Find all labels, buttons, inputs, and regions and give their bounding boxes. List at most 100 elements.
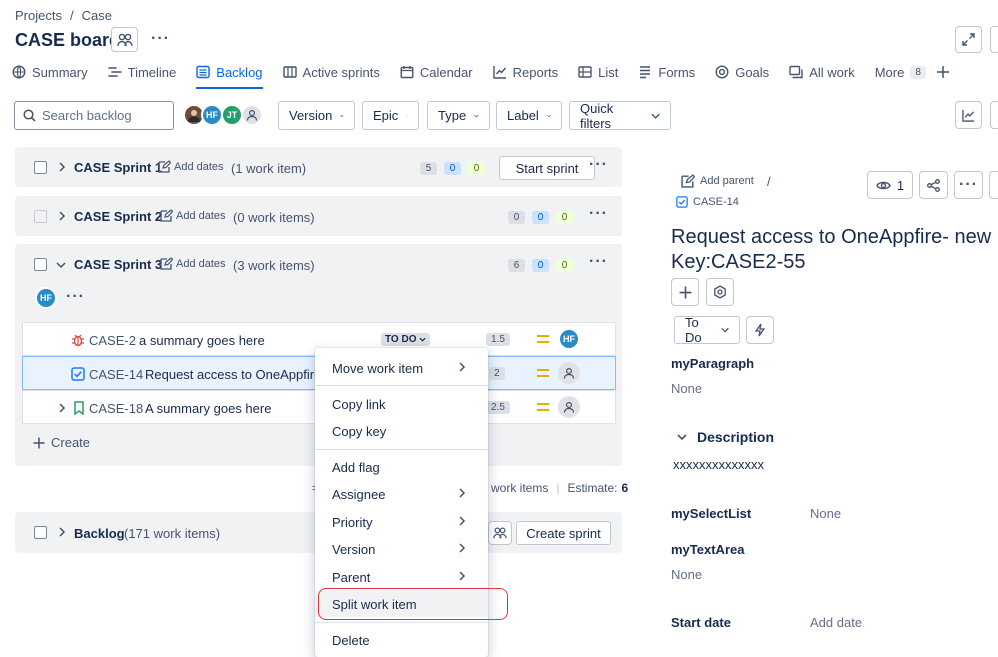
tab-label: Timeline: [127, 64, 177, 80]
start-date-value[interactable]: Add date: [810, 615, 862, 630]
tab-list[interactable]: List: [578, 60, 618, 84]
sprint-3-add-dates[interactable]: Add dates: [160, 257, 226, 270]
status-select[interactable]: To Do: [674, 315, 740, 345]
sprint-3-avatar-more-icon[interactable]: ···: [66, 288, 85, 306]
tab-label: Backlog: [216, 64, 263, 80]
sprint-2-more-icon[interactable]: ···: [589, 205, 608, 223]
sprint-2-add-dates[interactable]: Add dates: [160, 209, 226, 222]
tab-goals[interactable]: Goals: [715, 60, 769, 84]
tab-summary[interactable]: Summary: [12, 60, 88, 84]
status-dropdown[interactable]: TO DO: [381, 333, 431, 346]
chevron-down-icon[interactable]: [56, 260, 66, 270]
tab-active-sprints[interactable]: Active sprints: [282, 60, 380, 84]
assignee-avatar[interactable]: HF: [558, 328, 580, 350]
fullscreen-button[interactable]: [955, 26, 982, 53]
tab-reports[interactable]: Reports: [492, 60, 558, 84]
description-header[interactable]: Description: [677, 429, 774, 445]
sprint-1-more-icon[interactable]: ···: [589, 156, 608, 174]
detail-title[interactable]: Request access to OneAppfire- new Key:CA…: [671, 225, 991, 275]
create-sprint-button[interactable]: Create sprint: [516, 521, 611, 545]
menu-add-flag[interactable]: Add flag: [315, 454, 488, 480]
quick-filters[interactable]: Quick filters: [569, 101, 671, 131]
start-sprint-button[interactable]: Start sprint: [499, 156, 595, 180]
my-text-area-value[interactable]: None: [671, 567, 702, 582]
create-issue-button[interactable]: Create: [33, 435, 90, 450]
priority-medium-icon: [537, 403, 549, 411]
sprint-1-checkbox[interactable]: [34, 161, 47, 174]
unassigned-avatar[interactable]: [558, 362, 580, 384]
user-icon: [246, 109, 258, 121]
automation-button[interactable]: [746, 316, 774, 344]
insights-button[interactable]: [955, 101, 982, 129]
sprint-3-checkbox[interactable]: [34, 258, 47, 271]
issue-key[interactable]: CASE-2: [89, 333, 136, 348]
my-select-list-value[interactable]: None: [810, 506, 841, 521]
menu-divider: [315, 385, 488, 386]
avatar-hf[interactable]: HF: [201, 104, 223, 126]
issue-key[interactable]: CASE-18: [89, 401, 143, 416]
board-more-icon[interactable]: ···: [151, 30, 170, 48]
tab-all-work[interactable]: All work: [789, 60, 855, 84]
avatar-unassigned[interactable]: [241, 104, 263, 126]
search-input[interactable]: Search backlog: [14, 101, 174, 130]
type-filter[interactable]: Type: [427, 101, 490, 130]
estimate-badge[interactable]: 2: [489, 367, 505, 380]
sprint-3-more-icon[interactable]: ···: [589, 253, 608, 271]
menu-copy-link[interactable]: Copy link: [315, 391, 488, 417]
tab-label: Goals: [735, 64, 770, 80]
breadcrumb-projects[interactable]: Projects: [15, 8, 62, 23]
backlog-assign-button[interactable]: [488, 521, 512, 545]
team-button[interactable]: [111, 27, 138, 52]
detail-issue-key[interactable]: CASE-14: [676, 196, 739, 208]
description-value[interactable]: xxxxxxxxxxxxxx: [673, 457, 764, 472]
menu-move-work-item[interactable]: Move work item: [315, 355, 488, 381]
add-tab-button[interactable]: [936, 60, 950, 84]
tab-calendar[interactable]: Calendar: [400, 60, 473, 84]
estimate-badge[interactable]: 1.5: [486, 333, 510, 346]
epic-filter-label: Epic: [373, 108, 399, 123]
my-paragraph-value[interactable]: None: [671, 381, 702, 396]
tab-backlog[interactable]: Backlog: [196, 60, 263, 89]
menu-parent[interactable]: Parent: [315, 564, 488, 590]
chevron-right-icon[interactable]: [57, 527, 67, 537]
menu-priority[interactable]: Priority: [315, 509, 488, 535]
add-child-button[interactable]: [671, 278, 699, 306]
detail-key-label: CASE-14: [693, 196, 739, 208]
tab-more[interactable]: More 8: [875, 60, 926, 84]
menu-delete[interactable]: Delete: [315, 627, 488, 653]
add-dates-label: Add dates: [176, 257, 226, 270]
add-parent-button[interactable]: Add parent: [681, 174, 754, 188]
status-label: TO DO: [385, 334, 417, 345]
menu-copy-key[interactable]: Copy key: [315, 418, 488, 444]
sprint-3-avatar[interactable]: HF: [35, 287, 57, 309]
menu-version[interactable]: Version: [315, 536, 488, 562]
detail-close-button[interactable]: [989, 171, 998, 199]
sprint-1-add-dates[interactable]: Add dates: [158, 160, 224, 173]
issue-key[interactable]: CASE-14: [89, 367, 143, 382]
chevron-right-icon[interactable]: [57, 403, 67, 413]
backlog-checkbox[interactable]: [34, 526, 47, 539]
estimate-badge[interactable]: 2.5: [486, 401, 510, 414]
sprint-2-checkbox[interactable]: [34, 210, 47, 223]
watch-button[interactable]: 1: [867, 171, 913, 199]
tab-timeline[interactable]: Timeline: [107, 60, 177, 84]
sprint-3-todo-count: 6: [508, 259, 525, 272]
breadcrumb-case[interactable]: Case: [82, 8, 112, 23]
share-header-button[interactable]: [990, 26, 998, 53]
menu-assignee[interactable]: Assignee: [315, 481, 488, 507]
page-title: CASE board: [15, 30, 121, 50]
priority-medium-icon: [537, 335, 549, 343]
apps-button[interactable]: [706, 278, 734, 306]
detail-more-button[interactable]: ···: [954, 171, 983, 199]
label-filter[interactable]: Label: [496, 101, 562, 130]
chevron-right-icon[interactable]: [57, 211, 67, 221]
tab-forms[interactable]: Forms: [638, 60, 695, 84]
share-button[interactable]: [919, 171, 948, 199]
version-filter[interactable]: Version: [278, 101, 355, 130]
unassigned-avatar[interactable]: [558, 396, 580, 418]
chevron-right-icon[interactable]: [57, 162, 67, 172]
view-settings-button[interactable]: [990, 101, 998, 129]
version-filter-label: Version: [289, 108, 333, 123]
avatar-jt[interactable]: JT: [221, 104, 243, 126]
epic-filter[interactable]: Epic: [362, 101, 419, 130]
